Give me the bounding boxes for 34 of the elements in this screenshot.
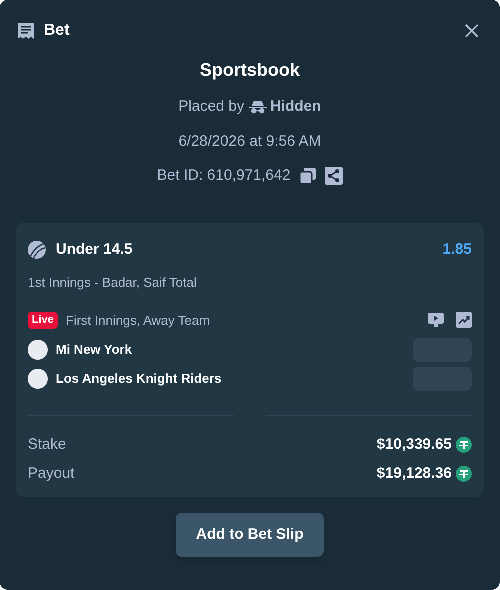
copy-icon (298, 167, 317, 186)
dialog-title: Bet (44, 21, 70, 41)
team-name: Mi New York (56, 341, 132, 360)
ball-icon (28, 240, 46, 259)
monitor-play-icon (428, 312, 444, 328)
incognito-icon (248, 100, 267, 114)
close-icon (464, 23, 480, 39)
live-badge: Live (28, 312, 58, 328)
total-amount: $10,339.65 (376, 435, 452, 455)
stats-button[interactable] (456, 312, 472, 328)
total-label: Payout (28, 464, 75, 484)
trend-chart-icon (456, 312, 472, 328)
currency-icon (456, 466, 472, 482)
placed-by-label: Placed by (178, 97, 245, 117)
currency-icon (456, 437, 472, 454)
team-logo-icon (28, 340, 48, 360)
team-logo-icon (28, 369, 48, 389)
market-name: 1st Innings - Badar, Saif Total (28, 274, 198, 292)
share-button[interactable] (324, 167, 343, 186)
total-label: Stake (28, 435, 66, 455)
copy-button[interactable] (298, 167, 317, 186)
source-title: Sportsbook (200, 59, 300, 82)
total-amount: $19,128.36 (376, 464, 452, 484)
event-name: First Innings, Away Team (66, 312, 210, 330)
team-name: Los Angeles Knight Riders (56, 370, 222, 388)
stream-button[interactable] (428, 312, 444, 328)
odds-value: 1.85 (442, 240, 472, 260)
add-to-bet-slip-button[interactable]: Add to Bet Slip (176, 513, 324, 557)
bet-id: Bet ID: 610,971,642 (157, 166, 291, 186)
receipt-icon (16, 21, 36, 41)
outcome-title: Under 14.5 (56, 240, 133, 260)
bet-date: 6/28/2026 at 9:56 AM (178, 132, 322, 152)
user-name: Hidden (270, 97, 322, 117)
share-icon (324, 167, 343, 186)
